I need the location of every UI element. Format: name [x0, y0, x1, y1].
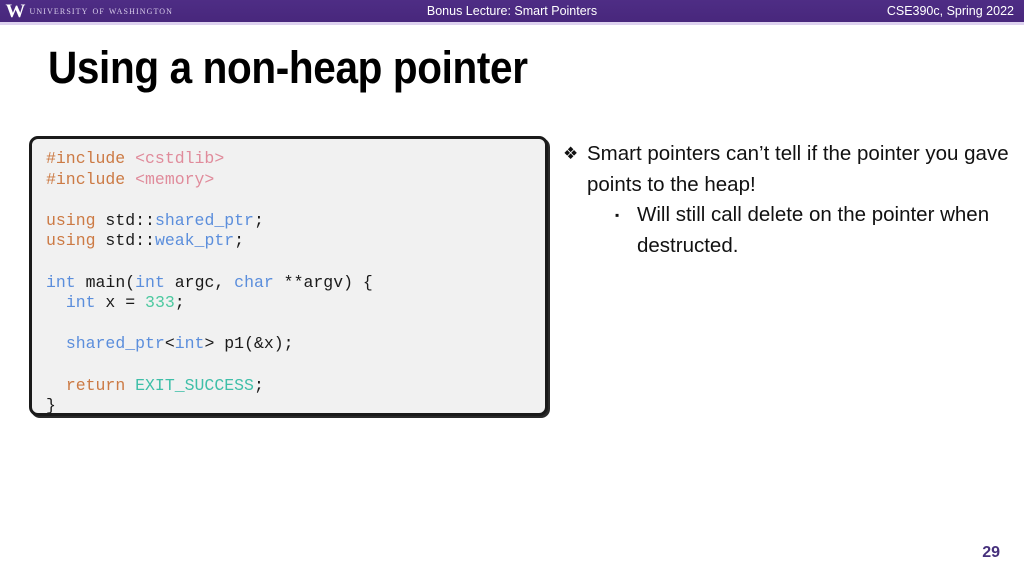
- square-bullet-icon: ▪: [615, 208, 620, 222]
- code-token: shared_ptr: [154, 210, 254, 230]
- code-token: <memory>: [135, 169, 215, 189]
- lecture-title: Bonus Lecture: Smart Pointers: [426, 4, 598, 18]
- code-token: x =: [95, 293, 146, 313]
- code-token: using: [46, 210, 106, 230]
- code-token: std::: [105, 210, 155, 230]
- code-token: using: [46, 231, 106, 251]
- code-token: ;: [234, 231, 245, 251]
- list-item-text: Smart pointers can’t tell if the pointer…: [587, 142, 1009, 196]
- page-title: Using a non-heap pointer: [48, 42, 528, 93]
- code-token: #include: [46, 169, 136, 189]
- bullet-list: ❖ Smart pointers can’t tell if the pointe…: [563, 139, 1015, 261]
- code-token: 333: [145, 293, 175, 313]
- course-label: CSE390c, Spring 2022: [886, 4, 1014, 18]
- code-token: int: [46, 272, 76, 292]
- diamond-bullet-icon: ❖: [563, 144, 579, 163]
- code-token: #include: [46, 149, 136, 168]
- code-content: #include <cstdlib> #include <memory> usi…: [46, 149, 531, 416]
- code-token: ;: [174, 293, 185, 313]
- slide-page-number: 29: [982, 544, 1000, 561]
- code-block: #include <cstdlib> #include <memory> usi…: [29, 136, 548, 416]
- code-token: ;: [253, 375, 264, 395]
- list-item: ❖ Smart pointers can’t tell if the pointe…: [563, 139, 1015, 200]
- list-item: ▪ Will still call delete on the pointer w…: [615, 200, 1015, 261]
- code-token: int: [174, 334, 205, 354]
- code-token: return: [65, 375, 136, 395]
- code-token: main(: [75, 272, 136, 292]
- code-token: shared_ptr: [65, 334, 165, 354]
- code-token: char: [234, 272, 274, 292]
- code-token: EXIT_SUCCESS: [135, 375, 254, 395]
- code-token: ;: [253, 210, 264, 230]
- code-token: int: [135, 272, 165, 292]
- code-token: argc,: [164, 272, 235, 292]
- code-token: int: [65, 293, 96, 313]
- code-token: weak_ptr: [154, 231, 235, 251]
- header-underline: [0, 22, 1024, 25]
- code-token: }: [46, 396, 56, 416]
- list-item-text: Will still call delete on the pointer wh…: [637, 203, 990, 257]
- code-token: std::: [105, 231, 155, 251]
- code-token: > p1(&x);: [204, 334, 294, 354]
- code-token: <cstdlib>: [135, 149, 225, 168]
- code-token: <: [164, 334, 175, 354]
- code-token: **argv) {: [273, 272, 373, 292]
